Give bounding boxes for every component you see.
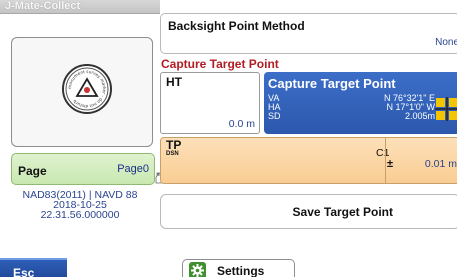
tp-sub-label: DSN bbox=[166, 151, 179, 157]
save-target-point-button[interactable]: Save Target Point bbox=[160, 194, 457, 229]
section-heading: Capture Target Point bbox=[161, 57, 279, 71]
tolerance-value: 0.01 m bbox=[424, 158, 457, 170]
sd-value: 2.005m bbox=[404, 111, 435, 121]
settings-label: Settings bbox=[217, 264, 265, 277]
backsight-label: Backsight Point Method bbox=[168, 19, 305, 33]
save-button-label: Save Target Point bbox=[292, 205, 393, 219]
survey-marker-image: monument survey marker - do not disturb bbox=[62, 64, 112, 114]
gear-icon bbox=[189, 262, 206, 277]
esc-label: Esc bbox=[13, 266, 35, 277]
screen: J-Mate-Collect monument survey marker - … bbox=[0, 0, 457, 277]
backsight-method-selector[interactable]: Backsight Point Method None bbox=[160, 13, 457, 54]
page-value: Page0 bbox=[117, 163, 149, 175]
datum-time: 22.31.56.000000 bbox=[40, 209, 120, 221]
crosshair-icon bbox=[435, 97, 457, 121]
title-bar: J-Mate-Collect bbox=[0, 0, 160, 14]
tp-label: TP bbox=[166, 138, 182, 152]
page-label: Page bbox=[18, 164, 47, 178]
tolerance-symbol: ± bbox=[387, 158, 394, 170]
esc-button[interactable]: Esc bbox=[0, 258, 67, 277]
ht-value: 0.0 m bbox=[228, 118, 255, 130]
ht-label: HT bbox=[166, 75, 182, 89]
backsight-value: None bbox=[435, 37, 457, 48]
tp-divider bbox=[385, 138, 386, 183]
settings-button[interactable]: Settings bbox=[182, 259, 295, 277]
ht-field[interactable]: HT 0.0 m bbox=[160, 72, 260, 134]
capture-target-point-button[interactable]: Capture Target Point VA N 76°32'1" E HA … bbox=[264, 72, 457, 134]
target-point-panel[interactable]: TP DSN C1 ± 0.01 m bbox=[160, 137, 457, 184]
page-selector[interactable]: Page Page0 bbox=[11, 153, 155, 185]
sd-key: SD bbox=[268, 111, 281, 121]
capture-panel-title: Capture Target Point bbox=[268, 76, 396, 91]
app-title: J-Mate-Collect bbox=[5, 0, 81, 12]
point-photo[interactable]: monument survey marker - do not disturb bbox=[11, 37, 164, 184]
